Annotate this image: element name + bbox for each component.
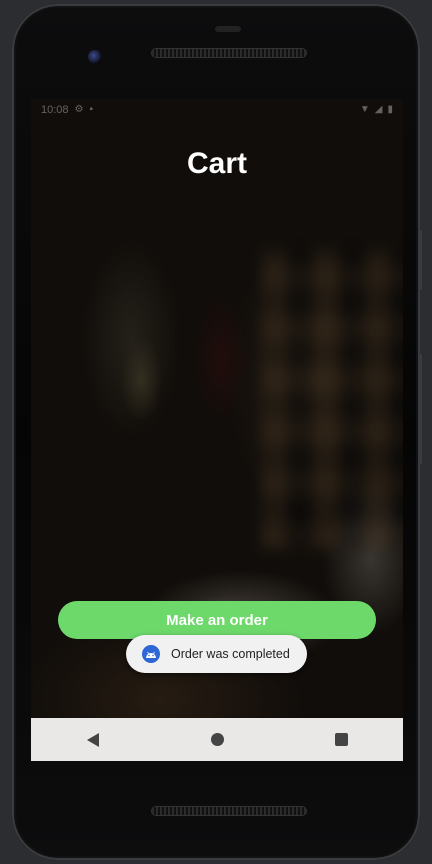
android-icon	[142, 645, 160, 663]
bottom-speaker	[152, 807, 306, 815]
status-bar: 10:08 ⚙ ▪ ▼ ◢ ▮	[31, 99, 403, 121]
status-time: 10:08	[41, 104, 69, 116]
toast-notification: Order was completed	[126, 635, 307, 673]
volume-button	[418, 354, 422, 464]
app-screen: 10:08 ⚙ ▪ ▼ ◢ ▮ Cart Make an order Order…	[31, 99, 403, 761]
toast-message: Order was completed	[171, 647, 290, 661]
proximity-sensor	[215, 26, 241, 32]
recent-apps-icon[interactable]	[321, 720, 361, 760]
back-icon[interactable]	[73, 720, 113, 760]
battery-icon: ▮	[387, 104, 393, 115]
front-camera	[88, 50, 102, 64]
page-title: Cart	[186, 147, 247, 180]
make-order-button[interactable]: Make an order	[58, 601, 376, 639]
cellular-icon: ◢	[374, 104, 383, 115]
system-navigation-bar	[31, 718, 403, 761]
power-button	[418, 230, 422, 290]
wifi-icon: ▼	[359, 104, 370, 115]
top-speaker	[152, 49, 306, 57]
settings-icon: ⚙	[74, 104, 84, 115]
lock-icon: ▪	[89, 104, 94, 115]
home-icon[interactable]	[197, 720, 237, 760]
